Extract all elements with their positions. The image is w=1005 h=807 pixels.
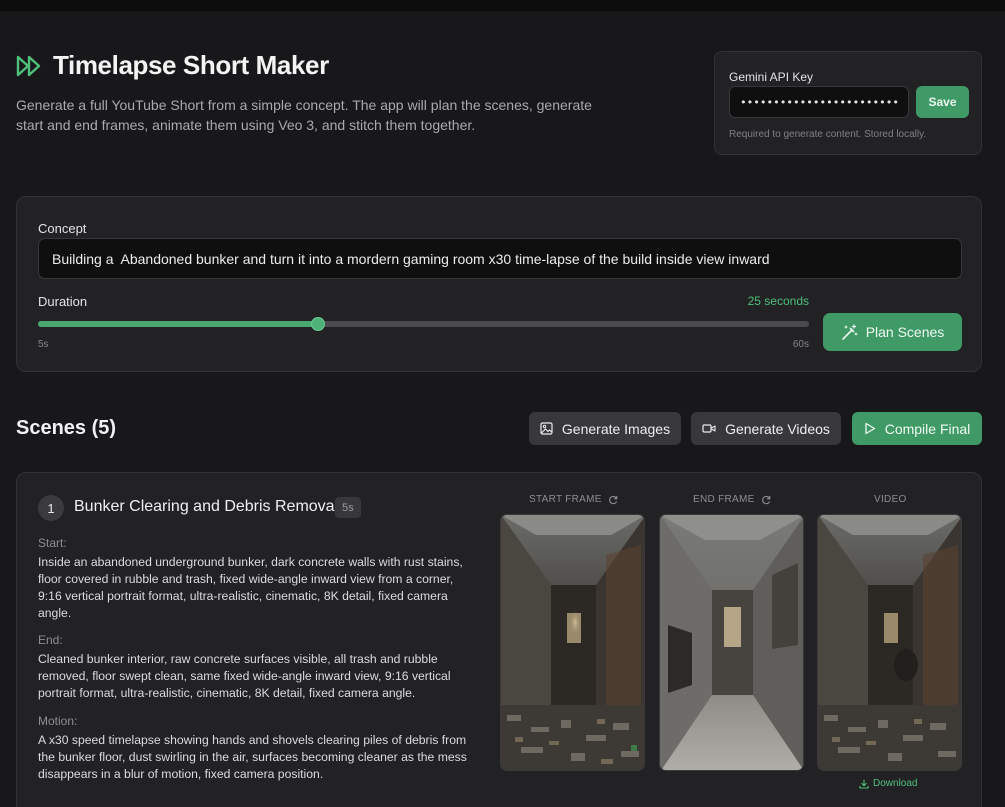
video-header: VIDEO	[874, 494, 907, 505]
top-bar	[0, 0, 1005, 11]
generate-videos-label: Generate Videos	[725, 420, 830, 437]
api-key-input[interactable]	[729, 86, 909, 118]
scene-duration-badge: 5s	[335, 497, 361, 518]
video-camera-icon	[702, 424, 716, 433]
duration-label: Duration	[38, 294, 88, 309]
video-preview[interactable]	[817, 514, 962, 771]
end-frame-image[interactable]	[659, 514, 804, 771]
fast-forward-icon	[16, 55, 41, 77]
plan-scenes-button[interactable]: Plan Scenes	[823, 313, 962, 351]
concept-card: Concept Duration 25 seconds 5s 60s Plan …	[16, 196, 982, 372]
save-button[interactable]: Save	[916, 86, 969, 118]
duration-slider-thumb[interactable]	[311, 317, 326, 331]
download-link[interactable]: Download	[859, 778, 917, 789]
concept-input[interactable]	[38, 238, 962, 279]
compile-final-label: Compile Final	[884, 420, 971, 437]
api-key-hint: Required to generate content. Stored loc…	[729, 129, 927, 140]
download-label: Download	[873, 778, 918, 789]
scene-title: Bunker Clearing and Debris Removal	[74, 498, 339, 515]
motion-description: A x30 speed timelapse showing hands and …	[38, 733, 467, 781]
play-icon	[865, 422, 875, 435]
duration-max-label: 60s	[792, 339, 809, 350]
refresh-icon[interactable]	[608, 495, 618, 505]
motion-label: Motion:	[38, 714, 78, 728]
end-frame-label: END FRAME	[693, 494, 755, 505]
generate-images-button[interactable]: Generate Images	[529, 412, 681, 445]
end-label: End:	[38, 633, 63, 647]
compile-final-button[interactable]: Compile Final	[852, 412, 982, 445]
concept-label: Concept	[38, 221, 87, 236]
start-description: Inside an abandoned underground bunker, …	[38, 555, 463, 620]
download-icon	[859, 778, 869, 789]
start-label: Start:	[38, 536, 67, 550]
app-title: Timelapse Short Maker	[53, 50, 329, 80]
generate-videos-button[interactable]: Generate Videos	[691, 412, 841, 445]
duration-min-label: 5s	[38, 339, 49, 350]
duration-slider-fill	[38, 321, 319, 327]
duration-slider[interactable]	[38, 317, 809, 331]
end-description: Cleaned bunker interior, raw concrete su…	[38, 652, 451, 700]
app-description: Generate a full YouTube Short from a sim…	[16, 97, 592, 133]
api-key-card: Gemini API Key Save Required to generate…	[714, 51, 982, 155]
scenes-title: Scenes (5)	[16, 417, 117, 439]
plan-scenes-label: Plan Scenes	[865, 324, 945, 340]
image-icon	[540, 422, 553, 435]
duration-value: 25 seconds	[747, 294, 809, 308]
magic-wand-icon	[841, 323, 858, 340]
start-frame-image[interactable]	[500, 514, 645, 771]
api-key-label: Gemini API Key	[729, 70, 814, 84]
generate-images-label: Generate Images	[561, 420, 671, 437]
scene-number: 1	[38, 495, 64, 521]
refresh-icon[interactable]	[761, 495, 771, 505]
end-frame-header: END FRAME	[693, 494, 771, 505]
scene-card: 1 Bunker Clearing and Debris Removal 5s …	[16, 472, 982, 807]
start-frame-header: START FRAME	[529, 494, 618, 505]
start-frame-label: START FRAME	[529, 494, 602, 505]
video-label: VIDEO	[874, 494, 907, 505]
